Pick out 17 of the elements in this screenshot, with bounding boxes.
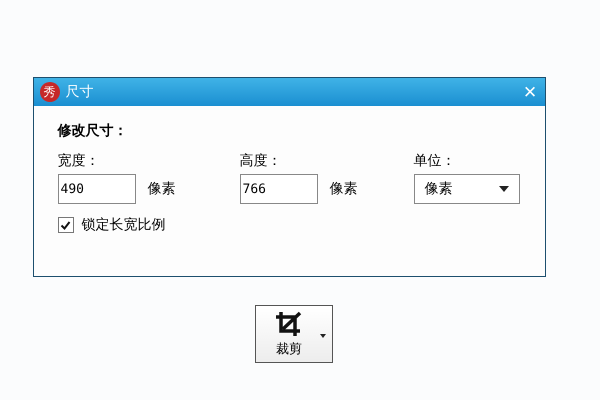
crop-icon [274, 310, 304, 338]
checkbox-label: 锁定长宽比例 [82, 216, 166, 234]
caret-icon [498, 186, 508, 192]
input-field[interactable]: 490 [58, 174, 136, 204]
app-logo: 秀 [40, 82, 60, 102]
crop-button[interactable]: 裁剪 [255, 305, 333, 363]
unit-label: 像素 [330, 180, 358, 198]
checkbox[interactable] [58, 217, 74, 233]
field-label: 宽度： [58, 152, 100, 170]
unit-dropdown[interactable]: 像素 [414, 174, 520, 204]
section-heading: 修改尺寸： [58, 122, 128, 140]
window-title: 尺寸 [66, 83, 94, 101]
input-field[interactable]: 766 [240, 174, 318, 204]
caret-icon [320, 334, 326, 338]
unit-label: 像素 [148, 180, 176, 198]
field-label: 单位： [414, 152, 456, 170]
field-label: 高度： [240, 152, 282, 170]
